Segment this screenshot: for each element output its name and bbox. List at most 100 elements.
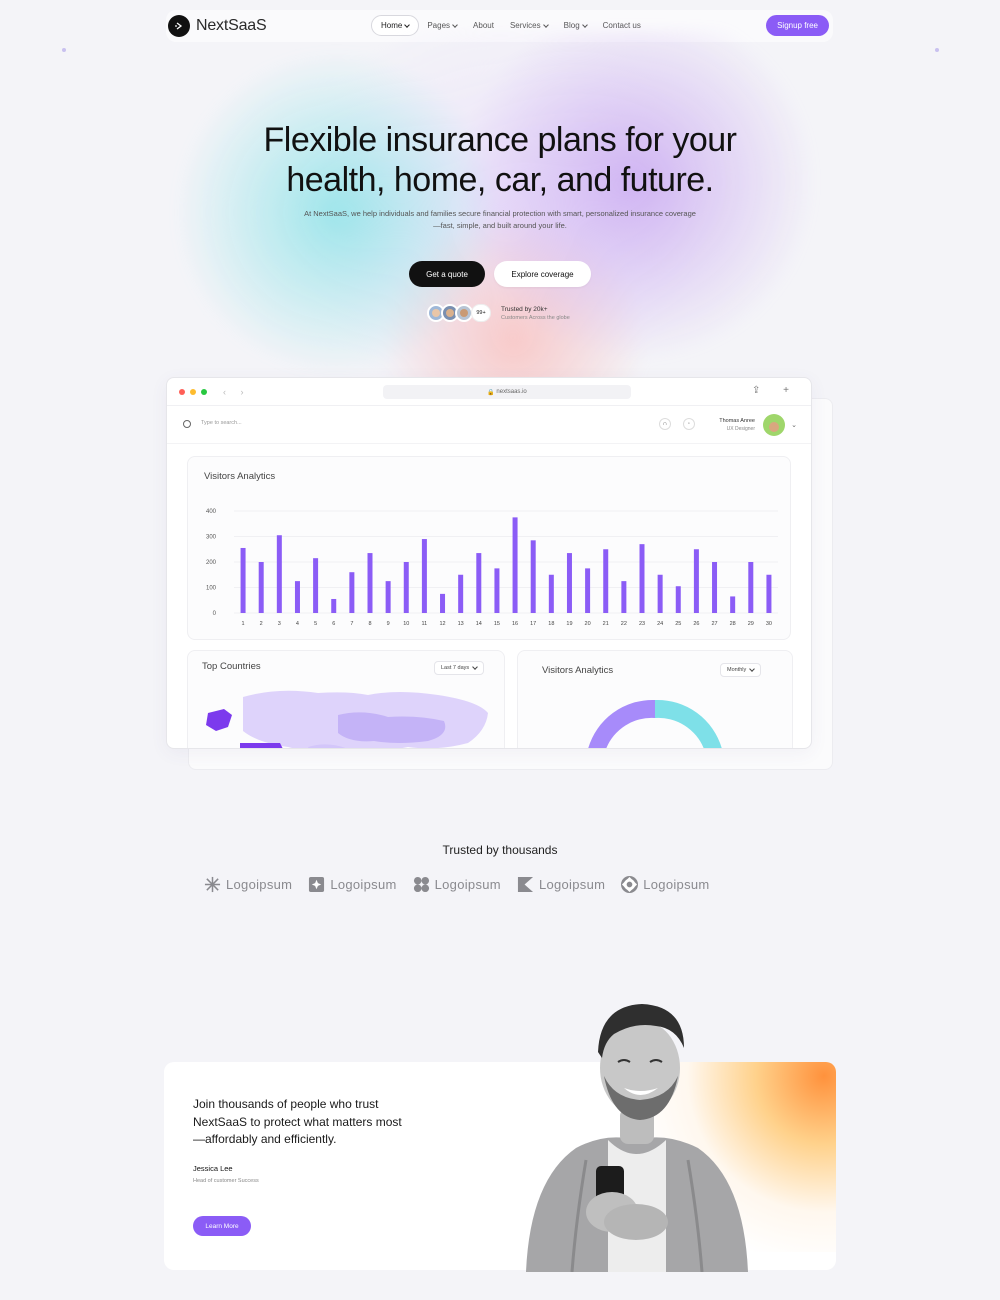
chart-bar bbox=[621, 581, 627, 613]
x-tick-label: 20 bbox=[585, 621, 591, 627]
nav-item-home[interactable]: Home bbox=[371, 15, 420, 36]
decorative-dot bbox=[62, 48, 66, 52]
explore-coverage-button[interactable]: Explore coverage bbox=[494, 261, 591, 287]
hero-title-line: health, home, car, and future. bbox=[286, 161, 714, 199]
message-icon[interactable]: ◦ bbox=[683, 418, 695, 430]
nav-item-label: About bbox=[473, 21, 494, 30]
dashboard-header: Type to search... ∩ ◦ Thomas Anree UX De… bbox=[167, 406, 811, 444]
top-navbar: NextSaaS Home Pages About Services Blog … bbox=[166, 10, 833, 42]
chart-bar bbox=[458, 574, 464, 613]
x-tick-label: 24 bbox=[657, 621, 663, 627]
chart-bar bbox=[385, 581, 391, 613]
trust-caption: Customers Across the globe bbox=[501, 314, 570, 321]
chart-bar bbox=[476, 553, 482, 613]
brand-name: NextSaaS bbox=[196, 17, 267, 34]
get-quote-button[interactable]: Get a quote bbox=[409, 261, 485, 287]
logo-text: Logoipsum bbox=[330, 877, 397, 892]
x-tick-label: 13 bbox=[458, 621, 464, 627]
chart-bar bbox=[403, 562, 409, 613]
donut-chart bbox=[588, 699, 722, 748]
url-text: nextsaas.io bbox=[496, 389, 527, 395]
chart-bar bbox=[675, 586, 681, 613]
x-tick-label: 21 bbox=[603, 621, 609, 627]
x-tick-label: 3 bbox=[278, 621, 281, 627]
minimize-dot-icon bbox=[190, 389, 196, 395]
chevron-down-icon[interactable]: ⌄ bbox=[791, 421, 797, 429]
trust-text: Trusted by 20k+ Customers Across the glo… bbox=[501, 306, 570, 321]
quote-line: Join thousands of people who trust bbox=[193, 1097, 379, 1111]
trust-headline: Trusted by 20k+ bbox=[501, 305, 548, 313]
author-role: Head of customer Success bbox=[193, 1178, 259, 1184]
chart-bar bbox=[548, 574, 554, 613]
avatar-count-badge: 99+ bbox=[471, 304, 491, 322]
avatar[interactable] bbox=[763, 414, 785, 436]
partner-logo: Logoipsum bbox=[517, 876, 605, 893]
chart-bar bbox=[766, 574, 772, 613]
nav-item-blog[interactable]: Blog bbox=[556, 15, 595, 36]
chart-bar bbox=[730, 596, 736, 613]
logo-strip: Logoipsum Logoipsum Logoipsum Logoipsum … bbox=[204, 876, 710, 893]
x-tick-label: 10 bbox=[403, 621, 409, 627]
x-tick-label: 2 bbox=[260, 621, 263, 627]
x-tick-label: 22 bbox=[621, 621, 627, 627]
chevron-down-icon bbox=[404, 21, 411, 28]
signup-button[interactable]: Signup free bbox=[766, 15, 829, 36]
logo-text: Logoipsum bbox=[643, 877, 710, 892]
search-input[interactable]: Type to search... bbox=[201, 420, 242, 426]
visitors-chart-card: Visitors Analytics 0 100 200 300 400 1 2 3 4 5 6 7 8… bbox=[187, 456, 791, 640]
nav-links: Home Pages About Services Blog Contact u… bbox=[371, 15, 649, 36]
partner-logo: Logoipsum bbox=[308, 876, 396, 893]
logo-icon bbox=[168, 15, 190, 37]
donut-segment-secondary bbox=[655, 699, 722, 748]
person-photo bbox=[526, 1004, 748, 1272]
nav-item-about[interactable]: About bbox=[465, 15, 502, 36]
nav-item-contact[interactable]: Contact us bbox=[595, 15, 649, 36]
quote-line: NextSaaS to protect what matters most bbox=[193, 1114, 402, 1129]
x-tick-label: 26 bbox=[693, 621, 699, 627]
logo-text: Logoipsum bbox=[226, 877, 293, 892]
chart-bar bbox=[421, 539, 427, 613]
donut-segment-primary bbox=[588, 699, 655, 748]
chart-bar bbox=[331, 598, 337, 613]
chevron-down-icon bbox=[452, 21, 458, 28]
chart-bar bbox=[566, 553, 572, 613]
x-tick-label: 4 bbox=[296, 621, 299, 627]
nav-item-label: Home bbox=[381, 21, 403, 30]
partner-logo: Logoipsum bbox=[621, 876, 709, 893]
address-bar[interactable]: 🔒 nextsaas.io bbox=[383, 385, 631, 399]
x-tick-label: 1 bbox=[242, 621, 245, 627]
nav-item-pages[interactable]: Pages bbox=[419, 15, 465, 36]
chart-bar bbox=[313, 558, 319, 613]
chart-bar bbox=[712, 562, 718, 613]
chevron-down-icon bbox=[542, 21, 549, 28]
x-tick-label: 30 bbox=[766, 621, 772, 627]
nav-item-services[interactable]: Services bbox=[502, 15, 556, 36]
hero-title: Flexible insurance plans for your health… bbox=[150, 120, 850, 200]
learn-more-button[interactable]: Learn More bbox=[193, 1216, 251, 1236]
chart-bar bbox=[349, 572, 355, 613]
maximize-dot-icon bbox=[201, 389, 207, 395]
browser-toolbar: ‹ › 🔒 nextsaas.io ⇪ + bbox=[167, 378, 811, 406]
notification-icon[interactable]: ∩ bbox=[659, 418, 671, 430]
close-dot-icon bbox=[179, 389, 185, 395]
testimonial-quote: Join thousands of people who trust NextS… bbox=[193, 1096, 433, 1149]
share-icon[interactable]: ⇪ + bbox=[752, 385, 799, 396]
chart-bar bbox=[512, 517, 518, 613]
partner-logo: Logoipsum bbox=[204, 876, 292, 893]
social-proof: 99+ Trusted by 20k+ Customers Across the… bbox=[427, 304, 570, 322]
user-name: Thomas Anree bbox=[719, 418, 755, 424]
clover-icon bbox=[413, 876, 429, 893]
world-map bbox=[206, 690, 488, 748]
y-tick-label: 0 bbox=[213, 611, 217, 617]
square-star-icon bbox=[309, 876, 325, 893]
x-tick-label: 19 bbox=[566, 621, 572, 627]
x-tick-label: 27 bbox=[711, 621, 717, 627]
x-tick-label: 15 bbox=[494, 621, 500, 627]
x-tick-label: 28 bbox=[730, 621, 736, 627]
nav-item-label: Blog bbox=[563, 21, 580, 30]
chart-bar bbox=[494, 568, 500, 613]
brand-logo[interactable]: NextSaaS bbox=[168, 15, 267, 37]
y-tick-label: 400 bbox=[206, 509, 217, 515]
hero-subtitle-line: —fast, simple, and built around your lif… bbox=[433, 221, 567, 230]
chart-bar bbox=[530, 540, 536, 613]
